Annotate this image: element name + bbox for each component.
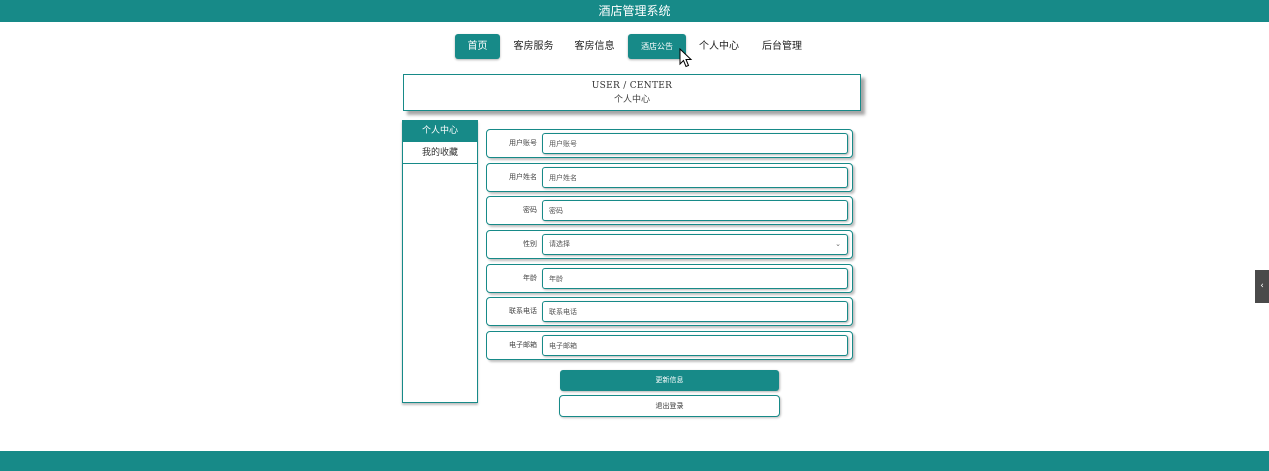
account-input[interactable] [542,133,848,154]
chevron-down-icon: ⌄ [835,240,841,248]
footer-bar [0,451,1269,471]
user-sidebar: 个人中心 我的收藏 [402,120,478,403]
nav-home[interactable]: 首页 [455,34,500,59]
email-input[interactable] [542,335,848,356]
form-row-phone: 联系电话 [486,297,853,326]
form-row-gender: 性别 请选择 ⌄ [486,230,853,259]
field-label: 联系电话 [509,307,537,315]
nav-admin[interactable]: 后台管理 [757,34,807,59]
sidebar-item-favorites[interactable]: 我的收藏 [403,142,477,164]
chevron-left-icon: ‹ [1260,281,1264,291]
page-title-en: USER / CENTER [591,81,673,91]
form-row-account: 用户账号 [486,129,853,158]
nav-user-center[interactable]: 个人中心 [698,34,740,59]
form-row-email: 电子邮箱 [486,331,853,360]
form-row-password: 密码 [486,196,853,225]
phone-input[interactable] [542,301,848,322]
field-label: 密码 [523,206,537,214]
top-header-bar: 酒店管理系统 [0,0,1269,22]
gender-select[interactable]: 请选择 ⌄ [542,234,848,255]
name-input[interactable] [542,167,848,188]
field-label: 性别 [523,240,537,248]
field-label: 用户账号 [509,139,537,147]
field-label: 用户姓名 [509,173,537,181]
update-info-button[interactable]: 更新信息 [560,370,779,391]
field-label: 电子邮箱 [509,341,537,349]
nav-room-service[interactable]: 客房服务 [511,34,556,59]
form-row-name: 用户姓名 [486,163,853,192]
sidebar-item-user-center[interactable]: 个人中心 [403,120,477,142]
app-title: 酒店管理系统 [598,4,671,18]
age-input[interactable] [542,268,848,289]
nav-hotel-notice[interactable]: 酒店公告 [628,34,686,59]
collapse-panel-tab[interactable]: ‹ [1255,270,1269,303]
form-row-age: 年龄 [486,264,853,293]
gender-select-value: 请选择 [549,240,570,248]
page-title-cn: 个人中心 [613,95,650,105]
nav-room-info[interactable]: 客房信息 [572,34,617,59]
field-label: 年龄 [523,274,537,282]
password-input[interactable] [542,200,848,221]
mouse-cursor-icon [679,48,693,68]
logout-button[interactable]: 退出登录 [559,395,780,417]
page-header-box: USER / CENTER 个人中心 [403,74,861,111]
